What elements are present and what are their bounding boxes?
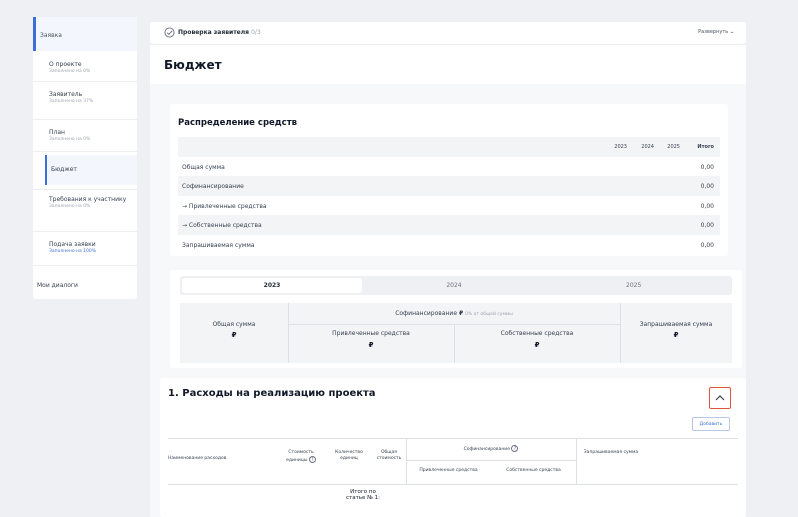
sidebar: Заявка О проекте Заполнено на 0% Заявите…	[33, 17, 137, 299]
collapse-button[interactable]	[709, 387, 731, 409]
cofin-note: 0% от общей суммы	[465, 312, 513, 317]
ruble-value: ₽	[673, 331, 679, 339]
table-row: Софинансирование 0,00	[178, 176, 720, 196]
sidebar-item-status: Заполнено на 0%	[49, 137, 91, 142]
applicant-check-title: Проверка заявителя 0/3	[178, 29, 261, 36]
table-row: Запрашиваемая сумма 0,00	[182, 241, 714, 249]
year-header: 2023	[614, 144, 627, 150]
summary-own: Собственные средства ₽	[454, 330, 620, 349]
col-cofin: Софинансирование ?	[406, 445, 576, 453]
table-row: Общая сумма 0,00	[182, 163, 714, 171]
sidebar-item-submission[interactable]: Подача заявки Заполнено на 100%	[45, 241, 137, 255]
year-summary-card: 2023 2024 2025 Общая сумма ₽ Софинансиро…	[170, 270, 742, 368]
applicant-check-progress: 0/3	[251, 29, 261, 36]
add-expense-button[interactable]: Добавить	[692, 417, 730, 431]
sidebar-item-label: План	[49, 129, 65, 136]
info-icon[interactable]: ?	[308, 456, 316, 463]
table-header-row: 2023 2024 2025 Итого	[178, 137, 720, 157]
divider	[33, 151, 137, 152]
sidebar-item-plan[interactable]: План Заполнено на 0%	[45, 129, 137, 143]
sidebar-item-label: Подача заявки	[49, 241, 96, 248]
divider	[33, 81, 137, 82]
summary-requested: Запрашиваемая сумма ₽	[620, 321, 732, 339]
sidebar-item-dialogs[interactable]: Мои диалоги	[37, 282, 78, 289]
distribution-card: Распределение средств 2023 2024 2025 Ито…	[170, 104, 728, 256]
col-total-cost: Общая стоимость	[376, 450, 402, 461]
summary-cofin-header: Софинансирование ₽ 0% от общей суммы	[395, 310, 513, 317]
tab-2024[interactable]: 2024	[362, 278, 546, 293]
col-own: Собственные средства	[506, 468, 561, 473]
summary-table: Общая сумма ₽ Софинансирование ₽ 0% от о…	[180, 303, 732, 363]
page-header: Бюджет	[150, 44, 746, 84]
sidebar-item-budget[interactable]: Бюджет	[45, 155, 137, 185]
expenses-title: 1. Расходы на реализацию проекта	[168, 388, 376, 399]
table-row: → Привлеченные средства 0,00	[182, 202, 714, 210]
col-unit-cost: Стоимость единицы ?	[278, 450, 324, 464]
total-header: Итого	[697, 144, 714, 150]
sidebar-item-status: Заполнено на 37%	[49, 99, 94, 104]
sidebar-item-applicant[interactable]: Заявитель Заполнено на 37%	[45, 91, 137, 105]
year-tabs: 2023 2024 2025	[180, 276, 732, 295]
col-requested: Запрашиваемая сумма	[583, 450, 639, 455]
col-name: Наименование расходов	[168, 456, 227, 461]
expenses-table: Наименование расходов Стоимость единицы …	[168, 438, 738, 517]
chevron-down-icon: ⌄	[728, 29, 735, 35]
sidebar-item-label: Бюджет	[51, 166, 77, 173]
summary-total: Общая сумма ₽	[180, 321, 288, 339]
year-header: 2024	[641, 144, 654, 150]
sidebar-item-label: Требования к участнику	[49, 196, 127, 203]
summary-attracted: Привлеченные средства ₽	[288, 330, 454, 349]
info-icon[interactable]: ?	[511, 445, 519, 452]
subtotal-label: Итого по статье № 1:	[346, 489, 380, 501]
sidebar-item-status: Заполнено на 0%	[49, 69, 91, 74]
year-header: 2025	[667, 144, 680, 150]
divider	[33, 119, 137, 120]
distribution-table: 2023 2024 2025 Итого Общая сумма 0,00 Соф…	[178, 137, 720, 254]
col-quantity: Количество единиц	[335, 450, 363, 461]
chevron-up-icon	[715, 395, 725, 401]
ruble-value: ₽	[231, 331, 237, 339]
applicant-check-bar: Проверка заявителя 0/3 Развернуть ⌄	[150, 22, 746, 44]
sidebar-item-status: Заполнено на 0%	[49, 204, 91, 209]
check-circle-icon	[164, 27, 175, 38]
divider	[33, 189, 137, 190]
sidebar-item-label: О проекте	[49, 61, 82, 68]
divider	[33, 231, 137, 232]
divider	[33, 265, 137, 266]
ruble-value: ₽	[368, 341, 374, 349]
sidebar-item-about[interactable]: О проекте Заполнено на 0%	[45, 61, 137, 75]
sidebar-item-label: Заявитель	[49, 91, 83, 98]
distribution-title: Распределение средств	[178, 118, 297, 128]
tab-2023[interactable]: 2023	[182, 278, 362, 293]
expenses-card: 1. Расходы на реализацию проекта Добавит…	[160, 378, 746, 517]
table-row: → Собственные средства 0,00	[178, 215, 720, 235]
sidebar-header-application[interactable]: Заявка	[33, 17, 137, 51]
tab-2025[interactable]: 2025	[546, 278, 730, 293]
ruble-value: ₽	[534, 341, 540, 349]
expand-button[interactable]: Развернуть ⌄	[698, 29, 735, 35]
col-attracted: Привлеченные средства	[419, 468, 478, 473]
sidebar-item-requirements[interactable]: Требования к участнику Заполнено на 0%	[45, 196, 137, 210]
main-content: Бюджет Распределение средств 2023 2024 2…	[150, 44, 746, 517]
page-title: Бюджет	[164, 58, 222, 72]
sidebar-item-status: Заполнено на 100%	[49, 249, 97, 254]
